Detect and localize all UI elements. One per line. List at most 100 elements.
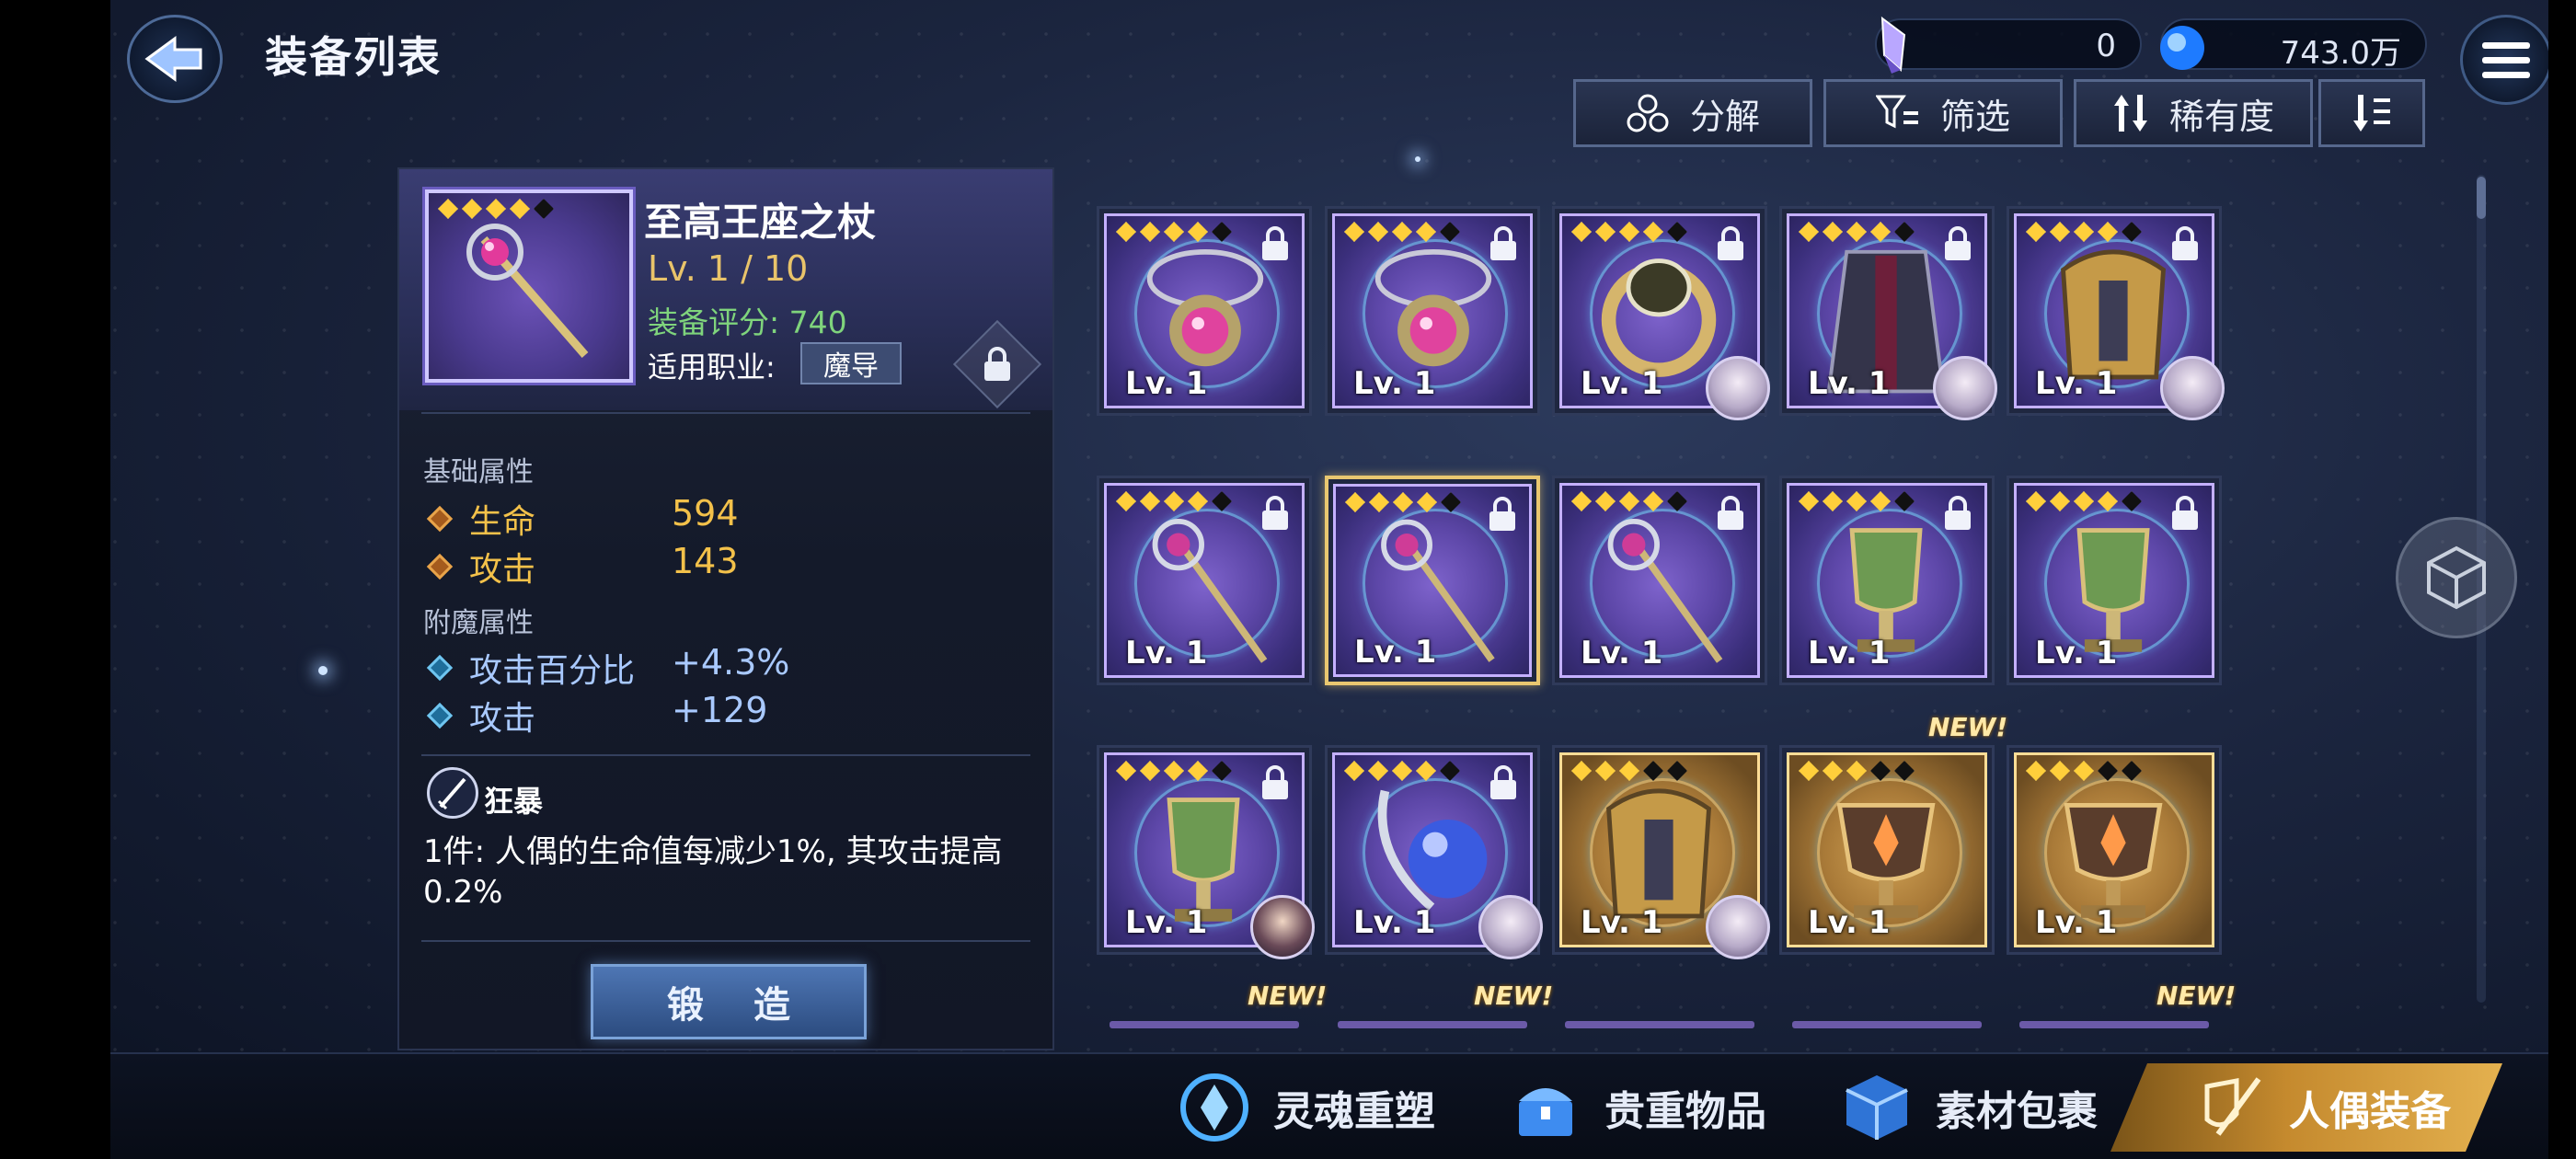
- equipment-slot[interactable]: Lv. 1: [1552, 476, 1767, 685]
- slot-frame: Lv. 1: [1787, 752, 1987, 947]
- lock-icon: [1718, 226, 1743, 260]
- sort-order-button[interactable]: [2318, 79, 2425, 147]
- equipment-slot[interactable]: Lv. 1: [1097, 745, 1315, 959]
- slot-frame: Lv. 1: [1559, 483, 1760, 678]
- rarity-stars: [1116, 222, 1232, 242]
- slot-level: Lv. 1: [1808, 635, 1891, 671]
- slot-frame: Lv. 1: [1332, 213, 1533, 408]
- chest-icon: [1503, 1065, 1588, 1150]
- back-arrow-icon: [144, 36, 202, 82]
- rarity-stars: [1799, 761, 1915, 781]
- set-name: 狂暴: [484, 784, 544, 819]
- slot-frame: Lv. 1: [2014, 752, 2214, 947]
- rarity-stars: [1345, 492, 1461, 512]
- left-letterbox: [0, 0, 110, 1159]
- rarity-stars: [1116, 491, 1232, 511]
- equipment-grid: Lv. 1 Lv. 1 Lv. 1 Lv. 1 Lv. 1 Lv. 1 Lv. 1 Lv. 1…: [1097, 206, 2237, 1034]
- equipment-slot-partial: [2019, 1021, 2209, 1028]
- equipment-slot-partial: [1792, 1021, 1982, 1028]
- equipment-slot[interactable]: Lv. 1: [1097, 206, 1312, 416]
- lock-icon: [2172, 226, 2198, 260]
- right-letterbox: [2548, 0, 2576, 1159]
- divider: [421, 412, 1030, 414]
- equipment-slot[interactable]: Lv. 1: [1779, 476, 1995, 685]
- enchant-attr-atk-percent: 攻击百分比: [423, 644, 635, 692]
- decompose-label: 分解: [1689, 96, 1760, 137]
- base-attr-atk: 攻击: [423, 543, 535, 591]
- equipment-slot-partial: [1565, 1021, 1754, 1028]
- item-name: 至高王座之杖: [644, 200, 877, 245]
- lock-icon: [1489, 497, 1515, 531]
- equipment-slot[interactable]: Lv. 1: [1325, 476, 1540, 685]
- equipment-slot-partial: [1338, 1021, 1527, 1028]
- star-sparkle: [1415, 156, 1420, 162]
- equipment-slot-partial: [1110, 1021, 1299, 1028]
- page-title: 装备列表: [265, 33, 442, 81]
- equipment-slot[interactable]: Lv. 1: [1779, 745, 1995, 955]
- tab-material-package[interactable]: 素材包裹: [1834, 1063, 2098, 1152]
- slot-level: Lv. 1: [1353, 365, 1436, 402]
- new-badge: NEW!: [2156, 981, 2237, 1011]
- lock-icon: [1262, 226, 1288, 260]
- attr-value: +4.3%: [672, 642, 790, 683]
- forge-button[interactable]: 锻 造: [591, 964, 867, 1039]
- attr-value: 594: [672, 493, 739, 534]
- rarity-stars: [1799, 222, 1915, 242]
- equipment-slot[interactable]: Lv. 1: [1325, 206, 1540, 416]
- rarity-stars: [1344, 761, 1460, 781]
- filter-button[interactable]: 筛选: [1823, 79, 2063, 147]
- attr-label: 攻击百分比: [469, 652, 636, 690]
- slot-level: Lv. 1: [1581, 635, 1663, 671]
- equipment-slot[interactable]: Lv. 1: [2007, 476, 2222, 685]
- new-badge: NEW!: [1928, 712, 2008, 742]
- equipped-doll-avatar: [1478, 895, 1543, 959]
- tab-soul-reshape[interactable]: 灵魂重塑: [1172, 1063, 1435, 1152]
- back-button[interactable]: [127, 15, 223, 103]
- equipped-doll-avatar: [1706, 356, 1770, 420]
- staff-icon: [466, 224, 589, 358]
- equipped-doll-avatar: [1250, 895, 1315, 959]
- lock-icon: [1718, 496, 1743, 530]
- new-badge: NEW!: [1248, 981, 1328, 1011]
- slot-frame: Lv. 1: [1333, 484, 1532, 677]
- equipment-slot[interactable]: Lv. 1: [1552, 206, 1770, 420]
- tab-valuables[interactable]: 贵重物品: [1503, 1063, 1766, 1152]
- enchant-attr-atk: 攻击: [423, 692, 535, 740]
- divider: [421, 940, 1030, 942]
- slot-level: Lv. 1: [1581, 365, 1663, 402]
- grid-scroll-thumb[interactable]: [2477, 177, 2486, 219]
- equipped-doll-avatar: [1933, 356, 1997, 420]
- equipment-slot[interactable]: Lv. 1: [1097, 476, 1312, 685]
- tab-doll-equipment[interactable]: 人偶装备: [2110, 1063, 2502, 1152]
- lock-icon: [2172, 496, 2198, 530]
- currency-crystal: 0: [1875, 16, 2142, 74]
- currency-orb: 743.0万: [2160, 18, 2427, 72]
- rarity-sort-button[interactable]: 稀有度: [2074, 79, 2313, 147]
- decompose-button[interactable]: 分解: [1573, 79, 1812, 147]
- slot-frame: Lv. 1: [2014, 483, 2214, 678]
- equipment-slot[interactable]: Lv. 1: [2007, 745, 2222, 955]
- blue-orb-icon: [2160, 26, 2204, 70]
- attr-diamond-icon: [426, 505, 454, 533]
- attr-diamond-icon: [426, 654, 454, 682]
- hamburger-icon: [2482, 41, 2530, 49]
- attr-value: +129: [672, 690, 768, 730]
- equipped-doll-avatar: [2160, 356, 2225, 420]
- class-badge: 魔导: [800, 342, 902, 384]
- lock-icon: [984, 347, 1010, 381]
- set-description: 1件: 人偶的生命值每减少1%, 其攻击提高0.2%: [423, 833, 1003, 911]
- equipment-slot[interactable]: Lv. 1: [1552, 745, 1770, 959]
- cube-icon: [2427, 545, 2486, 610]
- attr-label: 攻击: [469, 551, 536, 589]
- rarity-stars: [1571, 222, 1687, 242]
- equipment-slot[interactable]: Lv. 1: [1325, 745, 1543, 959]
- item-score: 装备评分: 740: [648, 304, 847, 340]
- equipment-slot[interactable]: Lv. 1: [1779, 206, 1997, 420]
- main-menu-button[interactable]: [2460, 15, 2552, 105]
- attr-value: 143: [672, 541, 739, 581]
- equipment-slot[interactable]: Lv. 1: [2007, 206, 2225, 420]
- floating-cube-button[interactable]: [2396, 517, 2517, 638]
- lock-icon: [1490, 226, 1516, 260]
- currency-orb-value: 743.0万: [2280, 35, 2401, 72]
- class-label: 适用职业:: [648, 350, 776, 384]
